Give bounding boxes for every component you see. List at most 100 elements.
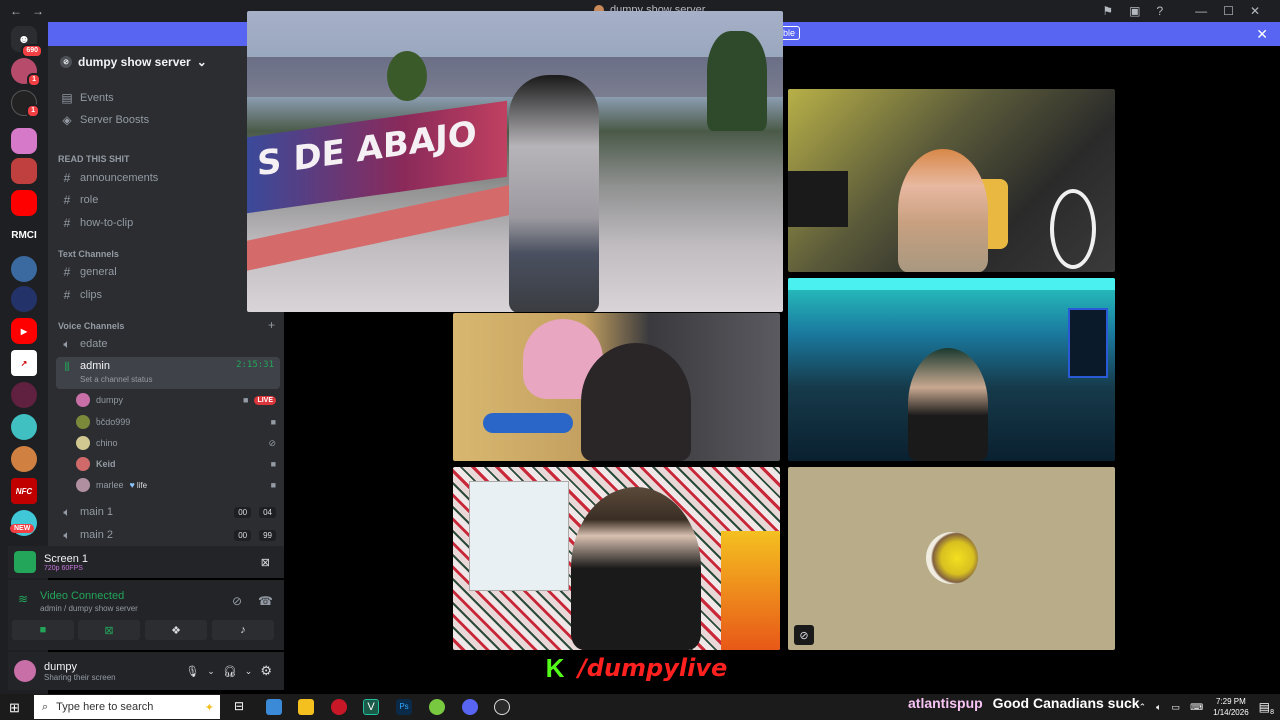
youtube-server-icon[interactable]: ▶ [11, 318, 37, 344]
soundboard-button[interactable]: ♪ [212, 620, 274, 640]
camera-button[interactable]: ■ [12, 620, 74, 640]
add-channel-icon[interactable]: + [268, 318, 275, 332]
inbox-icon[interactable]: ⚑ [1102, 4, 1113, 18]
headphones-icon[interactable]: 🎧︎ [223, 665, 237, 678]
file-explorer-icon[interactable] [298, 699, 314, 715]
user-limit: 99 [259, 529, 276, 541]
task-view-icon[interactable]: ⊟ [234, 699, 244, 713]
voice-channel-edate[interactable]: 🔈︎ edate [56, 334, 280, 354]
channel-name: role [80, 194, 99, 206]
keyboard-icon[interactable]: ⌨ [1190, 702, 1203, 713]
voice-channel-admin[interactable]: ⦀ admin Set a channel status 2:15:31 [56, 357, 280, 389]
forward-arrow-icon[interactable]: → [32, 4, 44, 18]
video-tile-courage[interactable] [453, 313, 780, 461]
microphone-icon[interactable]: 🎙︎ [185, 665, 199, 678]
server-rmci[interactable]: RMCI [9, 222, 39, 248]
app-icon[interactable] [429, 699, 445, 715]
notification-icon[interactable]: ▤ 8 [1259, 700, 1274, 716]
noise-suppression-icon[interactable]: ⊘ [232, 594, 242, 608]
server-icon[interactable]: 1 [11, 58, 41, 87]
screen-share-button[interactable]: ⊠ [78, 620, 140, 640]
settings-gear-icon[interactable]: ⚙ [260, 663, 272, 679]
avatar [76, 393, 90, 407]
voice-user-keid[interactable]: Keid ■ [76, 454, 276, 474]
search-box[interactable]: ⌕ Type here to search ✦ [34, 695, 220, 719]
volume-icon[interactable]: 🔈︎ [1156, 702, 1161, 713]
server-icon[interactable] [11, 128, 37, 154]
minimize-button[interactable]: — [1195, 4, 1207, 18]
server-name: dumpy show server [78, 55, 191, 69]
user-name: marlee [96, 480, 124, 490]
activities-button[interactable]: ❖ [145, 620, 207, 640]
chat-username: atlantispup [908, 695, 983, 711]
back-arrow-icon[interactable]: ← [10, 4, 22, 18]
stream-video[interactable]: S DE ABAJO [247, 11, 783, 312]
video-tile-avatar-only[interactable]: ⊘ [788, 467, 1115, 650]
participant-avatar [926, 532, 978, 584]
opera-icon[interactable] [331, 699, 347, 715]
obs-icon[interactable] [494, 699, 510, 715]
server-icon[interactable] [11, 286, 37, 312]
voice-channel-path[interactable]: admin / dumpy show server [40, 604, 138, 613]
chevron-down-icon[interactable]: ⌄ [207, 666, 215, 677]
close-window-button[interactable]: ✕ [1250, 4, 1260, 18]
disconnect-icon[interactable]: ☎ [258, 594, 273, 608]
channel-name: main 2 [80, 529, 114, 541]
user-status: Sharing their screen [44, 672, 116, 682]
screen-title: Screen 1 [44, 552, 89, 565]
banner-close-icon[interactable]: ✕ [1256, 26, 1268, 43]
voice-status[interactable]: Video Connected [40, 590, 124, 602]
server-icon[interactable] [11, 414, 37, 440]
app-icon[interactable] [266, 699, 282, 715]
server-icon[interactable] [11, 190, 37, 216]
category-voice-channels[interactable]: Voice Channels [58, 321, 124, 331]
category-text-channels[interactable]: Text Channels [58, 249, 119, 259]
vegas-icon[interactable]: V [363, 699, 379, 715]
voice-user-marlee[interactable]: marlee ♥ life ■ [76, 475, 276, 495]
microphone-arm [483, 413, 573, 433]
hash-icon: # [63, 171, 71, 185]
boost-icon: ◈ [62, 113, 72, 127]
server-icon[interactable]: NFC [11, 478, 37, 504]
server-badge: 1 [26, 104, 40, 118]
clock[interactable]: 7:29 PM 1/14/2026 [1213, 696, 1249, 718]
voice-user[interactable]: ხčdo999 ■ [76, 412, 276, 432]
call-timer: 2:15:31 [236, 360, 274, 370]
network-icon[interactable]: ▭ [1172, 702, 1181, 713]
avatar [76, 478, 90, 492]
avatar [76, 436, 90, 450]
camera-icon: ■ [243, 395, 249, 405]
windows-start-icon[interactable]: ⊞ [9, 700, 20, 716]
category-read-this[interactable]: READ THIS SHIT [58, 154, 130, 164]
channel-status[interactable]: Set a channel status [80, 375, 153, 384]
server-icon[interactable] [11, 256, 37, 282]
help-icon[interactable]: ? [1156, 4, 1163, 18]
channel-name: admin [80, 360, 110, 372]
unread-badge: 690 [21, 44, 43, 58]
server-icon[interactable] [11, 446, 37, 472]
photoshop-icon[interactable]: Ps [396, 699, 412, 715]
voice-user-chino[interactable]: chino ⊘ [76, 433, 276, 453]
video-tile-led-room[interactable] [788, 278, 1115, 461]
voice-channel-main-1[interactable]: 🔈︎ main 1 00 04 [56, 502, 280, 522]
server-icon[interactable]: ↗ [11, 350, 37, 376]
video-tile-trippy[interactable] [453, 467, 780, 650]
channel-name: edate [80, 338, 108, 350]
video-tile-gamer-room[interactable] [788, 89, 1115, 272]
discord-taskbar-icon[interactable] [462, 699, 478, 715]
voice-user-dumpy[interactable]: dumpy ■ LIVE [76, 390, 276, 410]
voice-activity-icon: ⦀ [64, 360, 70, 374]
maximize-button[interactable]: ☐ [1223, 4, 1234, 18]
voice-channel-main-2[interactable]: 🔈︎ main 2 00 99 [56, 525, 280, 545]
clock-time: 7:29 PM [1215, 697, 1246, 706]
server-icon[interactable] [11, 158, 37, 184]
screen-icon[interactable]: ▣ [1129, 4, 1140, 18]
signal-icon: ≋ [18, 592, 29, 606]
avatar[interactable] [14, 660, 36, 682]
stream-brand: K /dumpylive [540, 650, 760, 686]
stop-share-icon[interactable]: ⊠ [261, 556, 270, 569]
chevron-down-icon[interactable]: ⌄ [245, 666, 253, 677]
direct-messages-button[interactable]: ☻ 690 [11, 26, 43, 58]
server-icon[interactable] [11, 382, 37, 408]
server-icon[interactable]: 1 [11, 90, 40, 118]
